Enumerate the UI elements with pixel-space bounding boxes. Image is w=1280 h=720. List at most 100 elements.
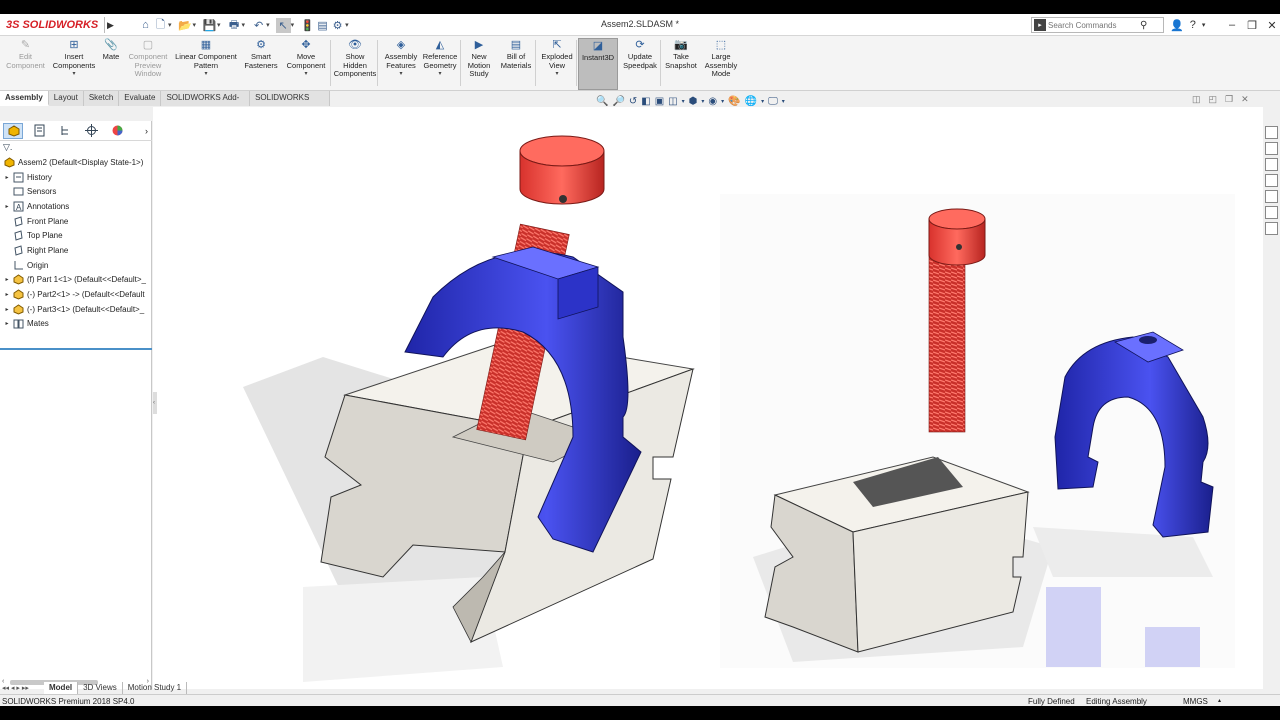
- expand-arrow-icon[interactable]: ▸: [3, 174, 11, 181]
- select-pointer-icon[interactable]: ↖: [275, 17, 291, 33]
- expand-arrow-icon[interactable]: ▸: [3, 306, 11, 313]
- tab-scroll-arrows-icon[interactable]: ◂◂ ◂ ▸ ▸▸: [0, 684, 44, 692]
- tab-solidworks-mbd[interactable]: SOLIDWORKS MBD: [250, 91, 330, 116]
- ribbon-instant3d-button[interactable]: ◪ Instant3D: [578, 38, 618, 90]
- view-settings-dropdown-icon[interactable]: ▾: [782, 98, 785, 105]
- ribbon-motion-study-button[interactable]: ▶ New Motion Study: [462, 38, 496, 90]
- chevron-down-icon[interactable]: ▾: [399, 70, 402, 78]
- options-dropdown-icon[interactable]: ▾: [345, 21, 349, 29]
- tree-item[interactable]: ▸ A Annotations: [0, 199, 152, 214]
- print-icon[interactable]: 🖶: [227, 18, 242, 33]
- open-folder-icon[interactable]: 📂: [178, 18, 193, 33]
- ribbon-large-assembly-button[interactable]: ⬚ Large Assembly Mode: [702, 38, 740, 90]
- display-manager-tab-icon[interactable]: [107, 123, 127, 139]
- view-orientation-dropdown-icon[interactable]: ▾: [682, 98, 685, 105]
- options-gear-icon[interactable]: ⚙: [330, 18, 345, 33]
- task-pane-palette-icon[interactable]: [1265, 174, 1278, 187]
- tree-item[interactable]: ▸ (-) Part2<1> -> (Default<<Default: [0, 287, 152, 302]
- hide-show-icon[interactable]: ◉: [708, 96, 717, 107]
- search-input[interactable]: [1048, 20, 1140, 30]
- restore-icon[interactable]: ❐: [1242, 19, 1262, 32]
- section-view-icon[interactable]: ◧: [641, 96, 650, 107]
- ribbon-pattern-button[interactable]: ▦ Linear Component Pattern ▾: [172, 38, 240, 90]
- ribbon-preview-window-button[interactable]: ▢ Component Preview Window: [124, 38, 172, 90]
- filter-icon[interactable]: ▽.: [3, 142, 149, 155]
- hide-show-dropdown-icon[interactable]: ▾: [721, 98, 724, 105]
- search-commands-icon[interactable]: ▸: [1034, 19, 1046, 31]
- task-pane-library-icon[interactable]: [1265, 142, 1278, 155]
- undo-icon[interactable]: ↶: [251, 18, 266, 33]
- menu-expand-arrow[interactable]: ▶: [104, 17, 116, 33]
- tab-layout[interactable]: Layout: [48, 91, 84, 106]
- ribbon-bom-button[interactable]: ▤ Bill of Materials: [497, 38, 535, 90]
- ribbon-assembly-features-button[interactable]: ◈ Assembly Features ▾: [382, 38, 420, 90]
- tree-item[interactable]: ▸ (-) Part3<1> (Default<<Default>_: [0, 302, 152, 317]
- solidworks-logo[interactable]: 3S SOLIDWORKS: [2, 16, 103, 34]
- view-orientation-icon[interactable]: ◫: [668, 96, 677, 107]
- chevron-down-icon[interactable]: ▾: [204, 70, 207, 78]
- open-dropdown-icon[interactable]: ▾: [193, 21, 197, 29]
- task-pane-forum-icon[interactable]: [1265, 222, 1278, 235]
- select-dropdown-icon[interactable]: ▾: [291, 21, 295, 29]
- save-dropdown-icon[interactable]: ▾: [217, 21, 221, 29]
- file-properties-icon[interactable]: ▤: [315, 18, 330, 33]
- ribbon-mate-button[interactable]: 📎 Mate: [100, 38, 122, 90]
- tab-evaluate[interactable]: Evaluate: [119, 91, 162, 106]
- print-dropdown-icon[interactable]: ▾: [242, 21, 246, 29]
- expand-arrow-icon[interactable]: ▸: [3, 203, 11, 210]
- ribbon-fasteners-button[interactable]: ⚙ Smart Fasteners: [242, 38, 280, 90]
- ribbon-speedpak-button[interactable]: ⟳ Update Speedpak: [620, 38, 660, 90]
- feature-manager-tab-icon[interactable]: [3, 122, 23, 139]
- zoom-to-fit-icon[interactable]: 🔍: [596, 96, 608, 107]
- viewport-split-icon[interactable]: ◫: [1192, 94, 1201, 105]
- previous-view-icon[interactable]: ↺: [629, 96, 637, 107]
- help-dropdown-icon[interactable]: ▾: [1202, 21, 1206, 29]
- rollback-bar[interactable]: [0, 348, 152, 350]
- zoom-to-area-icon[interactable]: 🔎: [612, 96, 624, 107]
- bottom-tab-motion-study-1[interactable]: Motion Study 1: [123, 682, 188, 694]
- bottom-tab-model[interactable]: Model: [44, 682, 79, 694]
- graphics-area[interactable]: ‹: [153, 107, 1263, 689]
- tree-item[interactable]: ▸ History: [0, 170, 152, 185]
- viewport-float-icon[interactable]: ◰: [1209, 94, 1218, 105]
- tab-assembly[interactable]: Assembly: [0, 91, 49, 106]
- edit-appearance-icon[interactable]: 🎨: [728, 96, 740, 107]
- expand-arrow-icon[interactable]: ▸: [3, 291, 11, 298]
- ribbon-edit-component-button[interactable]: ✎ Edit Component: [3, 38, 48, 90]
- panel-collapse-handle[interactable]: ‹: [153, 392, 157, 414]
- task-pane-explorer-icon[interactable]: [1265, 158, 1278, 171]
- new-dropdown-icon[interactable]: ▾: [168, 21, 172, 29]
- apply-scene-dropdown-icon[interactable]: ▾: [761, 98, 764, 105]
- user-icon[interactable]: 👤: [1170, 19, 1184, 32]
- chevron-down-icon[interactable]: ▾: [72, 70, 75, 78]
- model-viewport[interactable]: [153, 107, 1263, 689]
- bottom-tab-3d-views[interactable]: 3D Views: [78, 682, 123, 694]
- chevron-down-icon[interactable]: ▾: [555, 70, 558, 78]
- tree-item[interactable]: Assem2 (Default<Display State-1>): [0, 155, 152, 170]
- task-pane-properties-icon[interactable]: [1265, 206, 1278, 219]
- minimize-icon[interactable]: –: [1222, 19, 1242, 31]
- tree-item[interactable]: Right Plane: [0, 243, 152, 258]
- dynamic-annotation-icon[interactable]: ▣: [655, 96, 664, 107]
- dimxpert-manager-tab-icon[interactable]: [81, 123, 101, 139]
- ribbon-insert-components-button[interactable]: ⊞ Insert Components ▾: [50, 38, 98, 90]
- viewport-close-icon[interactable]: ✕: [1241, 94, 1249, 105]
- tree-item[interactable]: Sensors: [0, 184, 152, 199]
- task-pane-home-icon[interactable]: [1265, 126, 1278, 139]
- tree-item[interactable]: Origin: [0, 258, 152, 273]
- tree-item[interactable]: Front Plane: [0, 214, 152, 229]
- chevron-down-icon[interactable]: ▾: [438, 70, 441, 78]
- display-style-icon[interactable]: ⬢: [689, 96, 698, 107]
- close-icon[interactable]: ✕: [1262, 19, 1280, 32]
- task-pane-appearance-icon[interactable]: [1265, 190, 1278, 203]
- rebuild-icon[interactable]: 🚦: [300, 18, 315, 33]
- configuration-manager-tab-icon[interactable]: [55, 123, 75, 139]
- tab-sketch[interactable]: Sketch: [83, 91, 120, 106]
- ribbon-move-component-button[interactable]: ✥ Move Component ▾: [282, 38, 330, 90]
- view-settings-icon[interactable]: 🖵: [768, 96, 778, 107]
- new-document-icon[interactable]: 🗋: [153, 18, 168, 33]
- viewport-restore-icon[interactable]: ❐: [1225, 94, 1233, 105]
- apply-scene-icon[interactable]: 🌐: [745, 96, 757, 107]
- save-icon[interactable]: 💾: [202, 18, 217, 33]
- expand-arrow-icon[interactable]: ▸: [3, 276, 11, 283]
